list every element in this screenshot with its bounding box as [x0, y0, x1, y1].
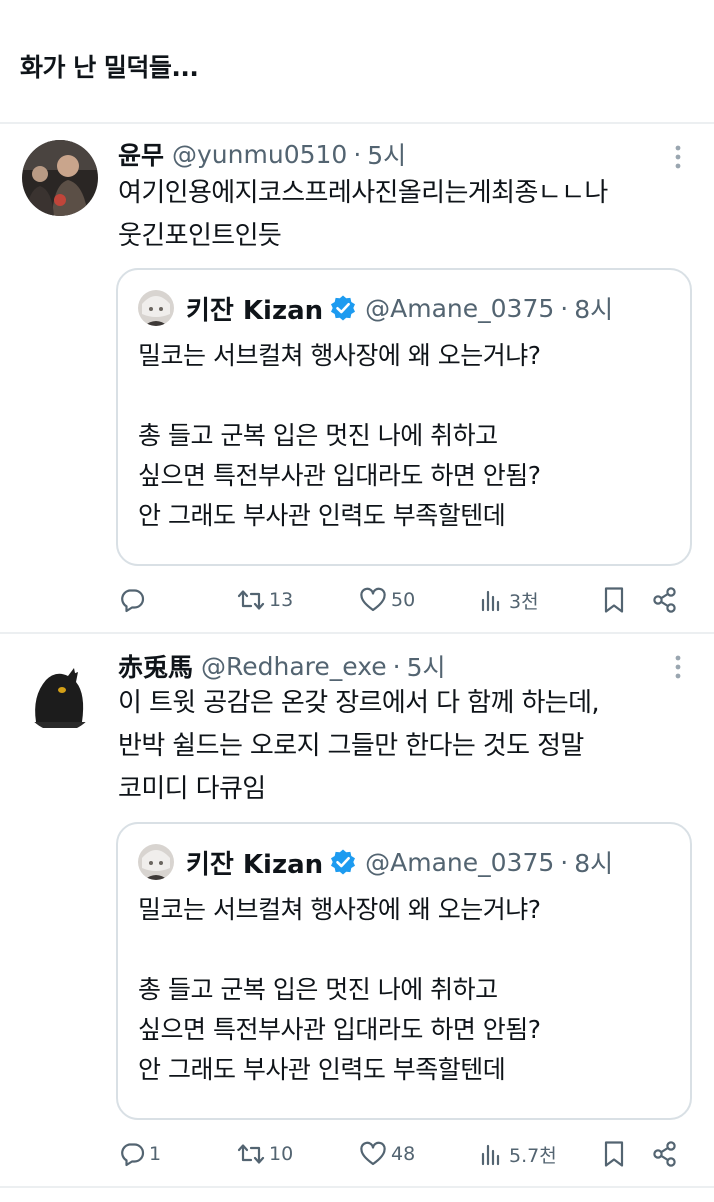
reply-icon: [121, 1143, 145, 1167]
quoted-tweet[interactable]: 키잔 Kizan @Amane_0375 · 8시 밀코는 서브컬쳐 행사장에 …: [116, 822, 692, 1120]
reply-count: 1: [149, 1143, 162, 1165]
bookmark-icon: [604, 1141, 624, 1167]
bookmark-button[interactable]: [600, 582, 628, 618]
quoted-timestamp: 8시: [574, 295, 614, 324]
view-count: 5.7천: [509, 1144, 557, 1167]
retweet-count: 13: [269, 589, 294, 611]
quoted-timestamp: 8시: [574, 849, 614, 878]
display-name[interactable]: 赤兎馬: [118, 648, 193, 684]
handle[interactable]: @Redhare_exe: [201, 652, 387, 681]
quoted-text-line: 안 그래도 부사관 인력도 부족할텐데: [138, 1055, 506, 1084]
tweet[interactable]: 윤무 @yunmu0510 · 5시 여기인용에지코스프레사진올리는게최종ㄴㄴ나…: [0, 124, 714, 632]
share-button[interactable]: [650, 582, 680, 618]
avatar[interactable]: [22, 140, 98, 216]
retweet-count: 10: [269, 1143, 294, 1165]
separator: ·: [392, 651, 401, 681]
tweet-text-line: 코미디 다큐임: [118, 774, 266, 804]
retweet-icon: [237, 1144, 265, 1164]
quoted-tweet[interactable]: 키잔 Kizan @Amane_0375 · 8시 밀코는 서브컬쳐 행사장에 …: [116, 268, 692, 566]
views-button[interactable]: 3천: [478, 582, 539, 618]
tweet-text: 여기인용에지코스프레사진올리는게최종ㄴㄴ나 웃긴포인트인듯: [118, 172, 698, 258]
reply-icon: [121, 589, 145, 613]
quoted-tweet-meta: 키잔 Kizan @Amane_0375 · 8시: [138, 286, 613, 330]
tweet-text-line: 여기인용에지코스프레사진올리는게최종ㄴㄴ나: [118, 178, 608, 208]
quoted-text-line: 싶으면 특전부사관 입대라도 하면 안됨?: [138, 1015, 541, 1044]
quoted-text-line: 밀코는 서브컬쳐 행사장에 왜 오는거냐?: [138, 895, 541, 924]
timestamp[interactable]: 5시: [407, 648, 446, 684]
like-count: 48: [391, 1143, 416, 1165]
divider: [0, 1186, 714, 1188]
handle[interactable]: @yunmu0510: [172, 140, 347, 169]
post-header: 화가 난 밀덕들...: [0, 0, 714, 120]
tweet-text-line: 이 트윗 공감은 온갖 장르에서 다 함께 하는데,: [118, 688, 600, 718]
quoted-tweet-meta: 키잔 Kizan @Amane_0375 · 8시: [138, 840, 613, 884]
bookmark-icon: [604, 587, 624, 613]
bookmark-button[interactable]: [600, 1136, 628, 1172]
heart-icon: [360, 1141, 386, 1166]
display-name[interactable]: 윤무: [118, 136, 164, 172]
quoted-display-name: 키잔 Kizan: [186, 295, 324, 326]
timestamp[interactable]: 5시: [367, 136, 406, 172]
quoted-text-line: 안 그래도 부사관 인력도 부족할텐데: [138, 501, 506, 530]
tweet-text: 이 트윗 공감은 온갖 장르에서 다 함께 하는데, 반박 쉴드는 오로지 그들…: [118, 682, 698, 811]
quoted-tweet-text: 밀코는 서브컬쳐 행사장에 왜 오는거냐? 총 들고 군복 입은 멋진 나에 취…: [138, 336, 541, 536]
quoted-text-line: 총 들고 군복 입은 멋진 나에 취하고: [138, 421, 498, 450]
views-button[interactable]: 5.7천: [478, 1136, 557, 1172]
quoted-text-line: 총 들고 군복 입은 멋진 나에 취하고: [138, 975, 498, 1004]
share-icon: [653, 587, 676, 613]
quoted-text-line: 밀코는 서브컬쳐 행사장에 왜 오는거냐?: [138, 341, 541, 370]
quoted-handle: @Amane_0375: [365, 847, 555, 877]
like-count: 50: [391, 589, 416, 611]
verified-badge-icon: [329, 848, 357, 876]
verified-badge-icon: [329, 294, 357, 322]
avatar[interactable]: [22, 656, 98, 732]
retweet-icon: [237, 590, 265, 610]
like-button[interactable]: 48: [358, 1136, 415, 1172]
tweet-text-line: 반박 쉴드는 오로지 그들만 한다는 것도 정말: [118, 731, 584, 761]
view-count: 3천: [509, 590, 539, 613]
share-icon: [653, 1141, 676, 1167]
quoted-tweet-text: 밀코는 서브컬쳐 행사장에 왜 오는거냐? 총 들고 군복 입은 멋진 나에 취…: [138, 890, 541, 1090]
tweet[interactable]: 赤兎馬 @Redhare_exe · 5시 이 트윗 공감은 온갖 장르에서 다…: [0, 634, 714, 1186]
reply-button[interactable]: 1: [118, 1136, 161, 1172]
quoted-text-line: 싶으면 특전부사관 입대라도 하면 안됨?: [138, 461, 541, 490]
post-title: 화가 난 밀덕들...: [20, 53, 199, 82]
more-icon[interactable]: [664, 142, 692, 172]
separator: ·: [560, 847, 569, 877]
views-icon: [481, 1144, 500, 1166]
heart-icon: [360, 587, 386, 612]
separator: ·: [353, 139, 362, 169]
tweet-text-line: 웃긴포인트인듯: [118, 221, 282, 251]
quoted-display-name: 키잔 Kizan: [186, 849, 324, 880]
separator: ·: [560, 293, 569, 323]
reply-button[interactable]: [118, 582, 149, 618]
more-icon[interactable]: [664, 652, 692, 682]
retweet-button[interactable]: 10: [236, 1136, 293, 1172]
retweet-button[interactable]: 13: [236, 582, 293, 618]
quoted-avatar: [138, 844, 174, 880]
quoted-avatar: [138, 290, 174, 326]
tweet-meta: 赤兎馬 @Redhare_exe · 5시: [118, 648, 446, 684]
views-icon: [481, 590, 500, 612]
like-button[interactable]: 50: [358, 582, 415, 618]
tweet-meta: 윤무 @yunmu0510 · 5시: [118, 136, 406, 172]
share-button[interactable]: [650, 1136, 680, 1172]
quoted-handle: @Amane_0375: [365, 293, 555, 323]
